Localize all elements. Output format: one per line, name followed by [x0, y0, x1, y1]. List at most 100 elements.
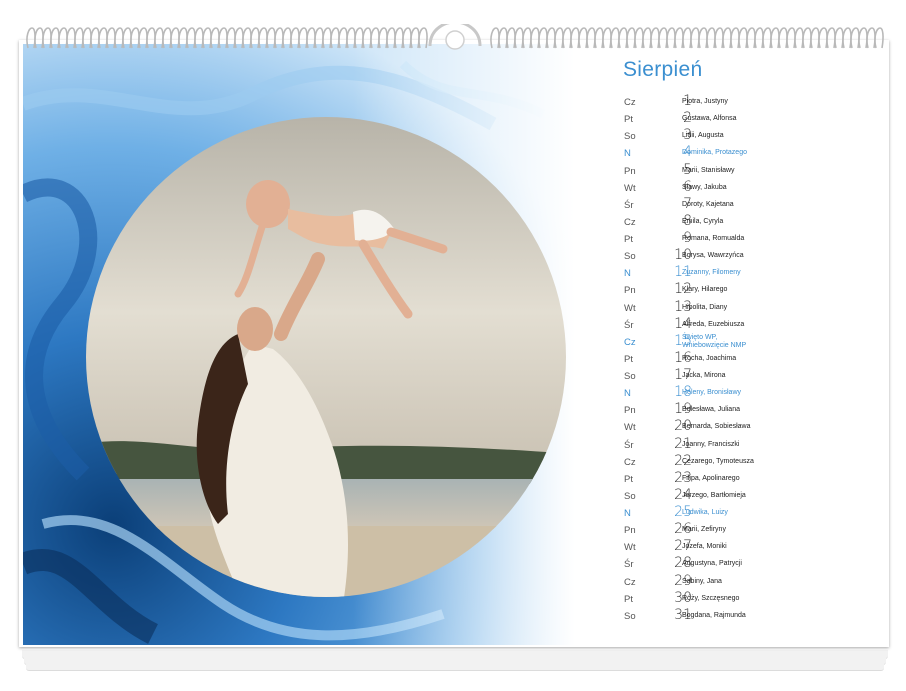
spiral-loop	[34, 27, 44, 49]
name-day: Filipa, Apolinarego	[682, 474, 740, 482]
spiral-loop	[738, 27, 748, 49]
day-of-week: So	[624, 251, 636, 263]
name-day: Ludwika, Luizy	[682, 509, 728, 516]
spiral-loop	[610, 27, 620, 49]
spiral-loop	[498, 27, 508, 49]
spiral-loop	[514, 27, 524, 49]
spiral-loop	[778, 27, 788, 49]
day-of-week: So	[624, 610, 636, 622]
name-day: Marii, Zefiryny	[682, 526, 726, 534]
spiral-loop	[250, 27, 260, 49]
spiral-loop	[562, 27, 572, 49]
name-day: Alfreda, Euzebiusza	[682, 320, 745, 328]
name-day: Augustyna, Patrycji	[682, 560, 742, 568]
day-of-week: Cz	[624, 216, 636, 228]
day-of-week: So	[624, 131, 636, 143]
spiral-loop	[818, 27, 828, 49]
day-row: N 18 Heleny, Bronisławy	[618, 384, 878, 402]
spiral-loop	[714, 27, 724, 49]
name-day: Borysa, Wawrzyńca	[682, 252, 744, 260]
day-of-week: Śr	[624, 559, 634, 571]
spiral-loop	[170, 27, 180, 49]
spiral-loop	[138, 27, 148, 49]
spiral-loop	[74, 27, 84, 49]
name-day: Róży, Szczęsnego	[682, 594, 740, 602]
name-day: Bolesława, Juliana	[682, 406, 740, 414]
month-title: Sierpień	[623, 58, 703, 81]
day-row: So 3 Lidii, Augusta	[618, 127, 878, 145]
day-row: So 17 Jacka, Mirona	[618, 367, 878, 385]
spiral-loop	[578, 27, 588, 49]
day-of-week: Śr	[624, 199, 634, 211]
day-row: Cz 1 Piotra, Justyny	[618, 93, 878, 111]
spiral-loop	[330, 27, 340, 49]
spiral-loop	[642, 27, 652, 49]
spiral-loop	[218, 27, 228, 49]
spiral-loop	[730, 27, 740, 49]
day-row: Śr 21 Joanny, Franciszki	[618, 436, 878, 454]
day-of-week: N	[624, 148, 631, 160]
spiral-loop	[746, 27, 756, 49]
spiral-loop	[362, 27, 372, 49]
spiral-loop	[338, 27, 348, 49]
day-row: Cz 22 Cezarego, Tymoteusza	[618, 453, 878, 471]
spiral-loop	[394, 27, 404, 49]
spiral-loop	[722, 27, 732, 49]
day-of-week: Pn	[624, 165, 636, 177]
spiral-loop	[114, 27, 124, 49]
page-stack-edge	[26, 662, 884, 671]
spiral-loop	[618, 27, 628, 49]
day-of-week: Pt	[624, 593, 633, 605]
name-day: Zuzanny, Filomeny	[682, 269, 741, 277]
day-row: So 10 Borysa, Wawrzyńca	[618, 247, 878, 265]
spiral-loop	[770, 27, 780, 49]
day-row: So 24 Jerzego, Bartłomieja	[618, 487, 878, 505]
spiral-loop	[226, 27, 236, 49]
spiral-loop	[194, 27, 204, 49]
spiral-loop	[386, 27, 396, 49]
spiral-loop	[530, 27, 540, 49]
day-row: Pn 12 Klary, Hilarego	[618, 281, 878, 299]
name-day: Bernarda, Sobiesława	[682, 423, 751, 431]
spiral-loop	[202, 27, 212, 49]
spiral-loop	[314, 27, 324, 49]
name-day: Dominika, Protazego	[682, 149, 747, 157]
spiral-loop	[682, 27, 692, 49]
day-of-week: Wt	[624, 302, 636, 314]
spiral-loop	[58, 27, 68, 49]
spiral-loop	[658, 27, 668, 49]
spiral-loop	[298, 27, 308, 49]
spiral-loop	[66, 27, 76, 49]
name-day: Piotra, Justyny	[682, 98, 728, 105]
spiral-loop	[538, 27, 548, 49]
name-day: Klary, Hilarego	[682, 286, 728, 294]
name-day: Sabiny, Jana	[682, 577, 722, 585]
spiral-loop	[42, 27, 52, 49]
day-row: Śr 28 Augustyna, Patrycji	[618, 555, 878, 573]
spiral-loop	[850, 27, 860, 49]
spiral-loop	[210, 27, 220, 49]
name-day: Doroty, Kajetana	[682, 200, 734, 208]
day-of-week: Pn	[624, 285, 636, 297]
spiral-loop	[874, 27, 884, 49]
spiral-loop	[162, 27, 172, 49]
spiral-loop	[522, 27, 532, 49]
spiral-loop	[810, 27, 820, 49]
day-of-week: Śr	[624, 439, 634, 451]
spiral-loop	[402, 27, 412, 49]
spiral-loop	[794, 27, 804, 49]
name-day: Marii, Stanisławy	[682, 166, 735, 174]
name-day: Gustawa, Alfonsa	[682, 115, 737, 123]
name-day: Cezarego, Tymoteusza	[682, 457, 754, 465]
day-row: Wt 13 Hipolita, Diany	[618, 299, 878, 317]
spiral-loop	[754, 27, 764, 49]
day-of-week: Wt	[624, 182, 636, 194]
spiral-loop	[506, 27, 516, 49]
name-day: Emila, Cyryla	[682, 217, 724, 225]
spiral-loop	[842, 27, 852, 49]
spiral-loop	[866, 27, 876, 49]
day-row: N 11 Zuzanny, Filomeny	[618, 264, 878, 282]
day-row: Pt 2 Gustawa, Alfonsa	[618, 110, 878, 128]
day-list: Cz 1 Piotra, Justyny Pt 2 Gustawa, Alfonsa So 3…	[618, 93, 878, 625]
name-day: Jerzego, Bartłomieja	[682, 491, 746, 499]
